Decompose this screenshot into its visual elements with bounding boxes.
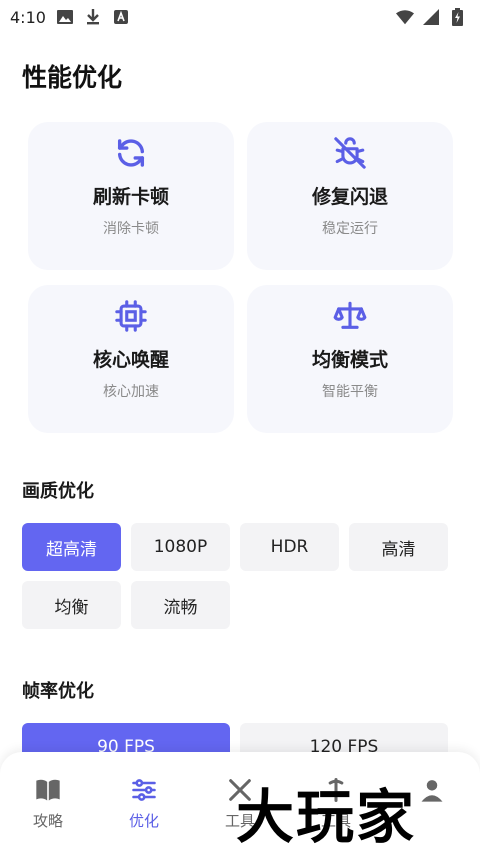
book-icon xyxy=(34,776,62,804)
quality-option-1080p[interactable]: 1080P xyxy=(131,523,230,571)
nav-item-optimize[interactable]: 优化 xyxy=(96,752,192,853)
card-balance-mode[interactable]: 均衡模式 智能平衡 xyxy=(247,285,453,433)
quality-option-smooth[interactable]: 流畅 xyxy=(131,581,230,629)
nav-item-guide[interactable]: 攻略 xyxy=(0,752,96,853)
quality-option-balanced[interactable]: 均衡 xyxy=(22,581,121,629)
card-subtitle: 智能平衡 xyxy=(322,384,378,400)
card-title: 均衡模式 xyxy=(311,349,388,371)
quality-option-high[interactable]: 高清 xyxy=(349,523,448,571)
sliders-icon xyxy=(130,776,158,804)
card-title: 核心唤醒 xyxy=(92,349,169,371)
status-right xyxy=(396,8,466,26)
status-bar: 4:10 xyxy=(0,0,480,34)
bug-off-icon xyxy=(333,136,367,170)
nav-label: 优化 xyxy=(128,812,159,830)
framerate-section-title: 帧率优化 xyxy=(22,681,94,702)
card-subtitle: 稳定运行 xyxy=(322,221,378,237)
wifi-icon xyxy=(396,8,414,26)
nav-label: 攻略 xyxy=(32,812,63,830)
status-time: 4:10 xyxy=(10,7,46,27)
battery-icon xyxy=(448,8,466,26)
card-subtitle: 消除卡顿 xyxy=(103,221,159,237)
card-refresh-lag[interactable]: 刷新卡顿 消除卡顿 xyxy=(28,122,234,270)
page-title: 性能优化 xyxy=(22,63,123,92)
profile-icon xyxy=(418,776,446,804)
quality-section-title: 画质优化 xyxy=(22,481,94,502)
card-title: 修复闪退 xyxy=(311,186,388,208)
card-subtitle: 核心加速 xyxy=(103,384,159,400)
font-app-icon xyxy=(112,8,130,26)
image-icon xyxy=(56,8,74,26)
signal-icon xyxy=(422,8,440,26)
quality-option-hdr[interactable]: HDR xyxy=(240,523,339,571)
card-core-wakeup[interactable]: 核心唤醒 核心加速 xyxy=(28,285,234,433)
download-icon xyxy=(84,8,102,26)
cpu-icon xyxy=(114,299,148,333)
quality-option-ultra[interactable]: 超高清 xyxy=(22,523,121,571)
refresh-icon xyxy=(114,136,148,170)
scale-icon xyxy=(333,299,367,333)
card-fix-crash[interactable]: 修复闪退 稳定运行 xyxy=(247,122,453,270)
status-left: 4:10 xyxy=(10,8,130,27)
watermark-text: 大玩家 xyxy=(236,783,417,851)
card-title: 刷新卡顿 xyxy=(92,186,169,208)
